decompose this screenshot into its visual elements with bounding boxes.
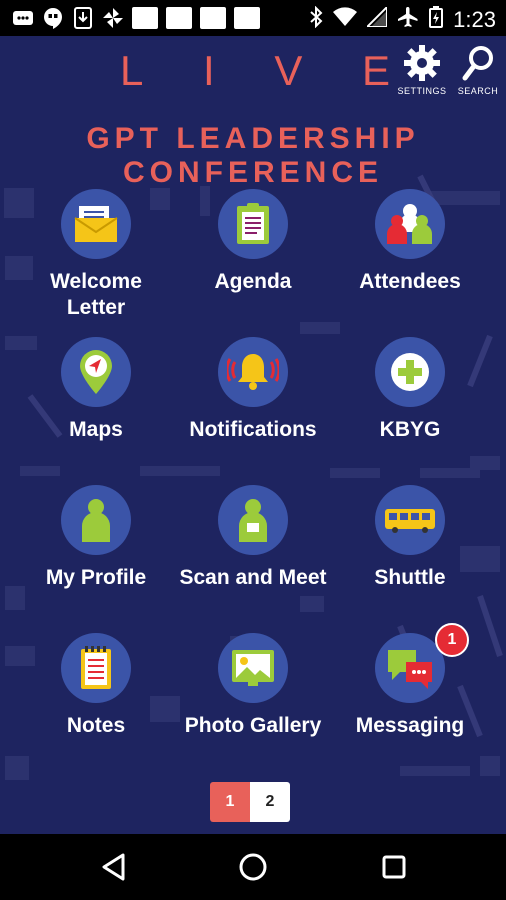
tile-welcome-letter[interactable]: Welcome Letter (17, 189, 175, 319)
people-icon (387, 204, 432, 244)
photo-icon (232, 650, 274, 686)
tile-label: Maps (69, 418, 123, 441)
tile-label: Welcome (50, 270, 142, 293)
back-button[interactable] (98, 851, 130, 883)
page-indicator: 1 2 (210, 782, 290, 822)
tile-agenda[interactable]: Agenda (174, 189, 332, 319)
tile-notifications[interactable]: Notifications (174, 337, 332, 447)
bell-icon (227, 354, 279, 390)
status-indicators: 1:23 (309, 4, 496, 33)
page-button-1[interactable]: 1 (210, 782, 250, 822)
clipboard-icon (237, 203, 269, 244)
tile-label: Shuttle (374, 566, 446, 589)
tile-label: Notifications (189, 418, 317, 441)
tile-scan-and-meet[interactable]: Scan and Meet (174, 485, 332, 595)
tile-notes[interactable]: Notes (17, 633, 175, 743)
tile-label: Photo Gallery (184, 714, 322, 737)
status-bar: 1:23 (0, 0, 506, 36)
tile-photo-gallery[interactable]: Photo Gallery (174, 633, 332, 743)
live-letter: I (203, 47, 215, 94)
mail-icon (12, 7, 34, 29)
live-letter: E (361, 47, 390, 94)
home-icon (239, 853, 267, 881)
status-time: 1:23 (453, 6, 496, 32)
tile-label: Letter (66, 296, 126, 319)
recents-button[interactable] (378, 851, 410, 883)
tile-messaging[interactable]: 1 Messaging (331, 623, 489, 743)
status-notifications (12, 7, 260, 29)
bluetooth-icon (309, 5, 323, 33)
page-button-2[interactable]: 2 (250, 782, 290, 822)
download-icon (72, 7, 94, 29)
notification-square (200, 7, 226, 29)
tile-label: Scan and Meet (179, 566, 327, 589)
live-letter: V (274, 47, 303, 94)
gear-icon (404, 45, 440, 81)
tile-label: Agenda (214, 270, 292, 293)
map-pin-icon (80, 350, 112, 394)
app-screen: L I V E SETTINGS SEARCH GPT LEADERSHIP C… (0, 36, 506, 834)
notification-square (166, 7, 192, 29)
battery-icon (429, 6, 444, 33)
conference-title: GPT LEADERSHIP CONFERENCE (86, 122, 420, 189)
search-label: SEARCH (457, 86, 499, 96)
plus-icon (391, 353, 429, 391)
live-letter: L (120, 47, 144, 94)
bus-icon (385, 509, 435, 533)
home-button[interactable] (237, 851, 269, 883)
settings-button[interactable]: SETTINGS (394, 42, 450, 100)
search-icon (462, 46, 493, 81)
badge-person-icon (239, 499, 267, 542)
tile-kbyg[interactable]: KBYG (331, 337, 489, 447)
person-icon (82, 499, 110, 542)
tile-my-profile[interactable]: My Profile (17, 485, 175, 595)
unread-badge: 1 (435, 623, 469, 657)
recents-icon (382, 855, 406, 879)
tile-label: KBYG (379, 418, 441, 441)
live-title: L I V E (120, 46, 390, 96)
tile-attendees[interactable]: Attendees (331, 189, 489, 319)
tile-label: My Profile (45, 566, 147, 589)
tile-label: Messaging (355, 714, 465, 737)
tile-label: Attendees (359, 270, 461, 293)
hangouts-icon (42, 7, 64, 29)
envelope-icon (74, 206, 118, 242)
navigation-bar (0, 834, 506, 900)
tile-label: Notes (66, 714, 126, 737)
wifi-icon (333, 7, 358, 32)
pinwheel-icon (102, 7, 124, 29)
notification-square (132, 7, 158, 29)
chat-icon (388, 650, 432, 689)
airplane-icon (397, 6, 419, 33)
tile-maps[interactable]: Maps (17, 337, 175, 447)
back-icon (102, 853, 125, 881)
tile-shuttle[interactable]: Shuttle (331, 485, 489, 595)
search-button[interactable]: SEARCH (450, 42, 506, 100)
signal-icon (364, 4, 389, 32)
settings-label: SETTINGS (397, 86, 447, 96)
notepad-icon (81, 646, 111, 689)
notification-square (234, 7, 260, 29)
